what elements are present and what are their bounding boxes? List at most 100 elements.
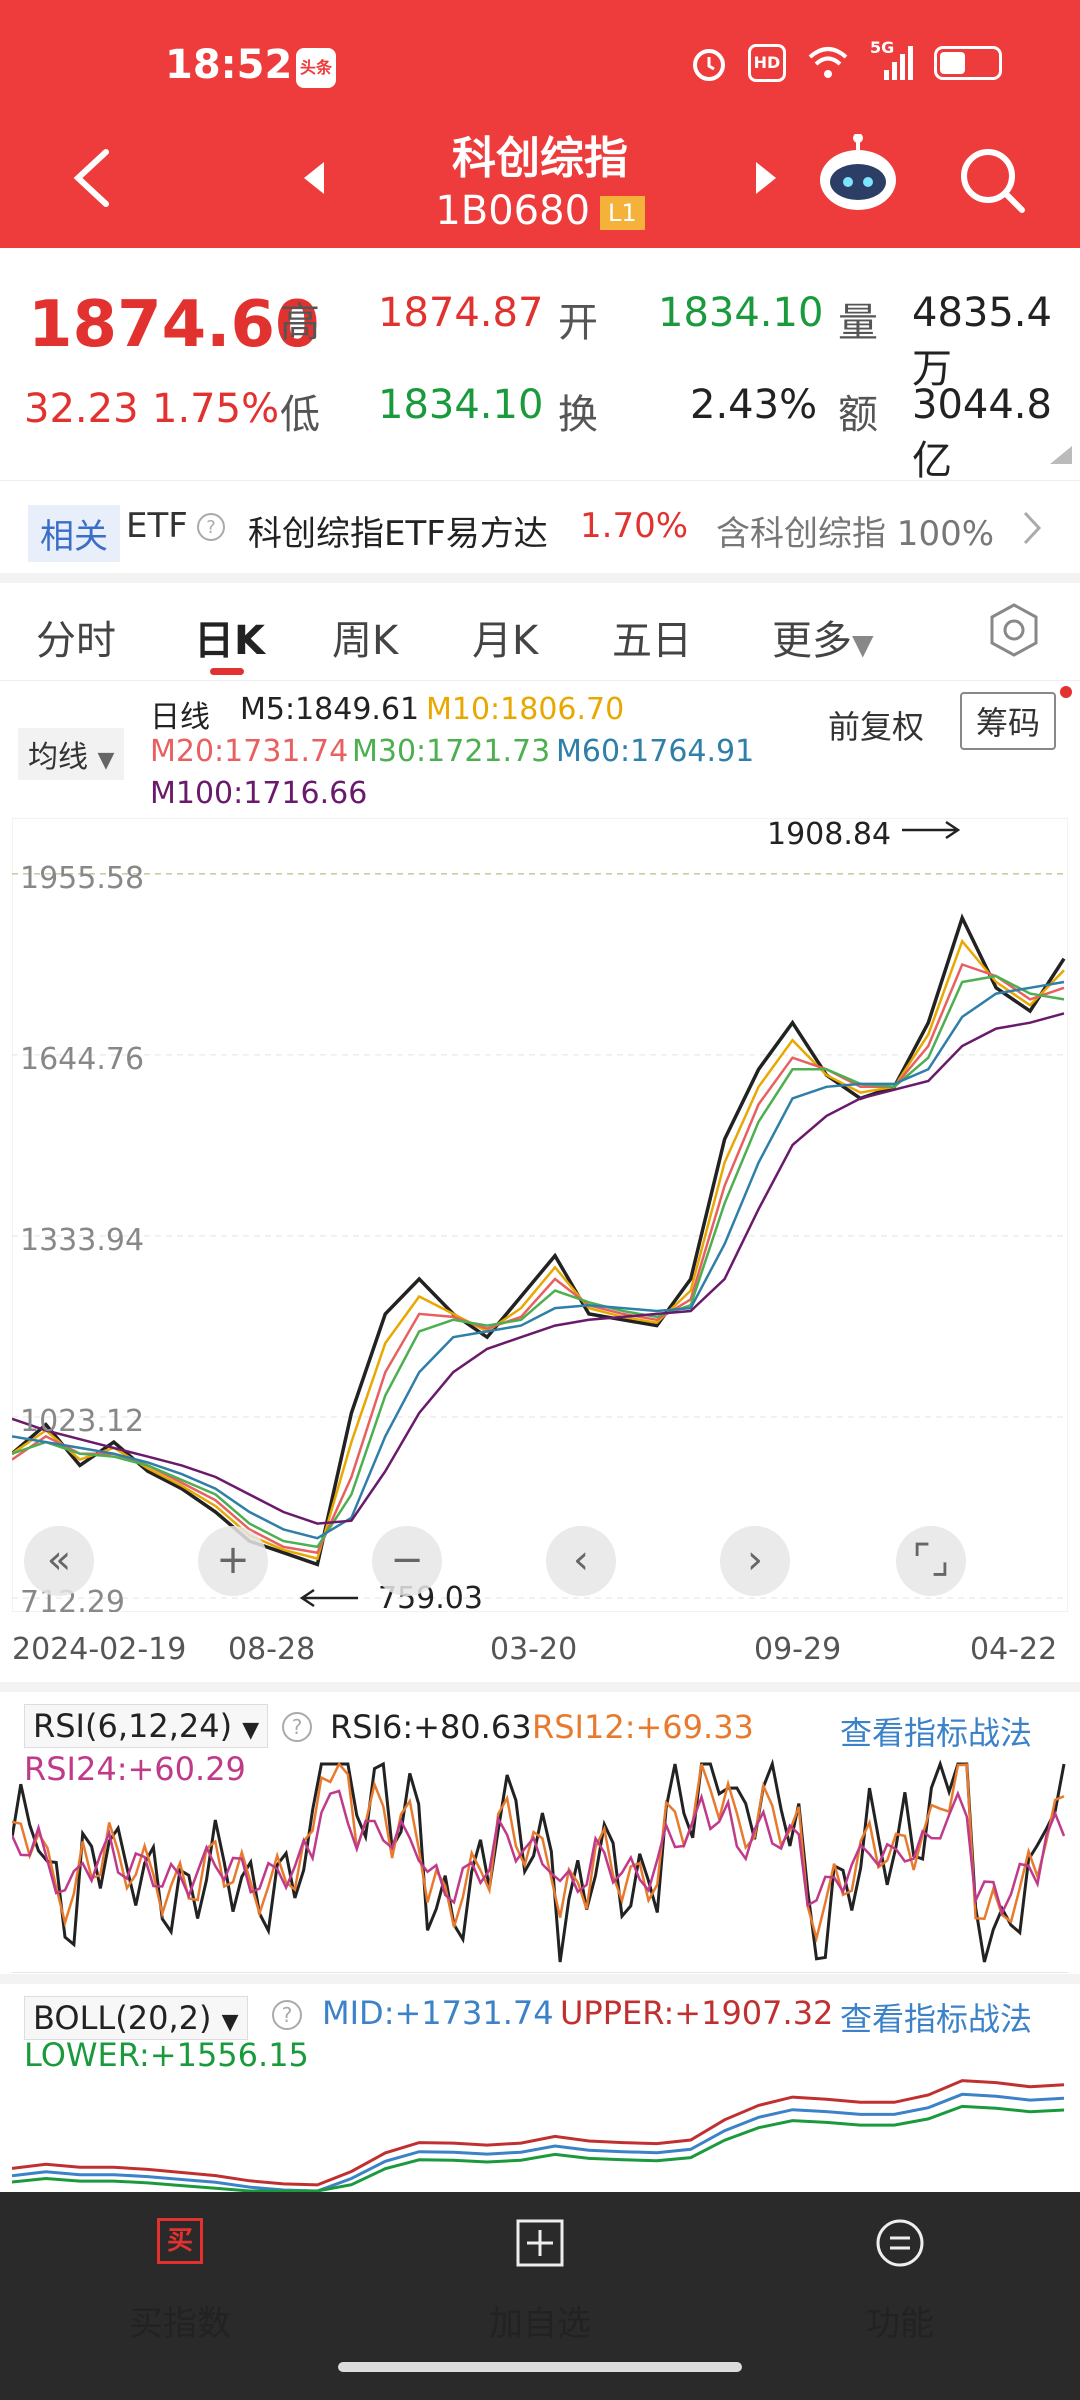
level-badge: L1 (600, 196, 645, 230)
tab-five-day[interactable]: 五日 (612, 608, 692, 666)
x-tick-label: 04-22 (970, 1632, 1058, 1667)
ma-selector-label: 均线 (28, 740, 88, 775)
svg-text:?: ? (282, 2003, 293, 2027)
amount-label: 额 (838, 392, 878, 438)
boll-chart (12, 2079, 1065, 2192)
divider (0, 1974, 1080, 1984)
volume-value: 4835.4万 (912, 290, 1052, 392)
boll-selector-label: BOLL(20,2) (33, 1999, 212, 2037)
boll-lower-value: LOWER:+1556.15 (24, 2036, 309, 2074)
notification-dot (1060, 686, 1072, 698)
y-tick-label: 1955.58 (20, 861, 144, 896)
open-value: 1834.10 (658, 290, 824, 336)
function-button[interactable]: 功能 (800, 2218, 1000, 2344)
ma-period: 日线 (150, 700, 210, 735)
tab-intraday[interactable]: 分时 (36, 608, 116, 666)
battery-icon (934, 46, 1002, 80)
ma-m30: M30:1721.73 (352, 734, 551, 769)
related-tag: 相关 (28, 505, 120, 562)
price-change-pct: 1.75% (152, 386, 280, 432)
next-stock-icon[interactable] (752, 160, 780, 196)
robot-assistant-icon[interactable] (815, 134, 901, 216)
status-time: 18:52 (165, 42, 293, 88)
ma-m100: M100:1716.66 (150, 776, 368, 811)
page-title: 科创综指 (452, 133, 628, 184)
ma-selector[interactable]: 均线 ▼ (18, 728, 125, 780)
search-icon[interactable] (958, 146, 1028, 216)
hd-icon: HD (748, 44, 786, 82)
rsi-line (12, 1758, 1066, 1963)
fullscreen-button[interactable]: ⌜⌟ (896, 1526, 966, 1596)
low-label: 低 (280, 392, 320, 438)
app-header: 18:52 头条 HD 5G 科创综指 1B0680 L1 (0, 0, 1080, 248)
buy-index-label: 买指数 (129, 2304, 231, 2344)
ma-m10: M10:1806.70 (426, 692, 625, 727)
rsi6-value: RSI6:+80.63 (330, 1708, 532, 1746)
settings-hexagon-icon[interactable] (986, 602, 1042, 658)
buy-index-button[interactable]: 买 买指数 (80, 2218, 280, 2344)
chevron-right-icon[interactable] (1022, 510, 1042, 546)
y-tick-label: 1023.12 (20, 1404, 144, 1439)
svg-text:?: ? (206, 517, 216, 538)
zoom-in-button[interactable]: + (198, 1526, 268, 1596)
scroll-right-button[interactable]: › (720, 1526, 790, 1596)
scroll-left-button[interactable]: ‹ (546, 1526, 616, 1596)
high-marker-label: 1908.84 (767, 818, 891, 852)
help-icon[interactable]: ? (280, 1710, 314, 1744)
chips-button[interactable]: 筹码 (960, 692, 1057, 750)
boll-line (12, 2092, 1065, 2192)
volume-label: 量 (838, 300, 878, 346)
status-icons: HD 5G (690, 38, 1002, 82)
boll-strategy-link[interactable]: 查看指标战法 (840, 1994, 1032, 2040)
boll-upper-value: UPPER:+1907.32 (560, 1994, 834, 2032)
etf-change: 1.70% (580, 506, 689, 546)
rsi-selector-label: RSI(6,12,24) (33, 1707, 233, 1745)
add-watchlist-button[interactable]: 加自选 (440, 2218, 640, 2344)
expand-corner-icon[interactable] (1050, 446, 1072, 464)
tab-more[interactable]: 更多▼ (772, 608, 874, 666)
turnover-label: 换 (558, 392, 598, 438)
rsi-chart (12, 1758, 1066, 1963)
y-tick-label: 1644.76 (20, 1042, 144, 1077)
home-indicator (338, 2362, 742, 2372)
add-icon (516, 2219, 564, 2267)
dropdown-icon: ▼ (221, 2010, 239, 2035)
tab-monthly-k[interactable]: 月K (472, 608, 538, 666)
news-app-badge: 头条 (296, 48, 336, 88)
alarm-icon (693, 49, 725, 81)
turnover-value: 2.43% (690, 382, 818, 428)
divider (0, 1682, 1080, 1692)
etf-name[interactable]: 科创综指ETF易方达 (248, 506, 548, 555)
dropdown-icon: ▼ (852, 628, 874, 661)
ma-m20: M20:1731.74 (150, 734, 349, 769)
dropdown-icon: ▼ (242, 1718, 260, 1743)
help-icon[interactable]: ? (196, 512, 226, 542)
menu-circle-icon (876, 2219, 924, 2267)
x-tick-label: 08-28 (228, 1632, 316, 1667)
tab-active-indicator (210, 668, 244, 675)
help-icon[interactable]: ? (270, 1998, 304, 2032)
rsi-strategy-link[interactable]: 查看指标战法 (840, 1708, 1032, 1754)
divider (0, 680, 1080, 681)
tab-daily-k[interactable]: 日K (194, 608, 265, 666)
divider (12, 1972, 1068, 1973)
zoom-out-button[interactable]: − (372, 1526, 442, 1596)
stock-code: 1B0680 L1 (0, 188, 1080, 234)
adjust-mode[interactable]: 前复权 (828, 702, 924, 748)
rsi-selector[interactable]: RSI(6,12,24) ▼ (24, 1704, 269, 1748)
dropdown-icon: ▼ (97, 748, 115, 773)
etf-holding: 含科创综指 100% (716, 514, 995, 554)
x-tick-label: 03-20 (490, 1632, 578, 1667)
function-label: 功能 (866, 2304, 934, 2344)
zoom-out-far-button[interactable]: « (24, 1526, 94, 1596)
ma-m5: M5:1849.61 (240, 692, 420, 727)
tab-weekly-k[interactable]: 周K (332, 608, 398, 666)
rsi12-value: RSI12:+69.33 (532, 1708, 754, 1746)
svg-text:?: ? (292, 1715, 303, 1739)
boll-mid-value: MID:+1731.74 (322, 1994, 554, 2032)
kline-chart[interactable]: 1955.581644.761333.941023.12712.29 1908.… (12, 818, 1068, 1612)
wifi-icon (808, 47, 848, 78)
signal-icon: 5G (870, 38, 914, 82)
price-change: 32.23 (24, 386, 139, 432)
boll-selector[interactable]: BOLL(20,2) ▼ (24, 1996, 248, 2040)
